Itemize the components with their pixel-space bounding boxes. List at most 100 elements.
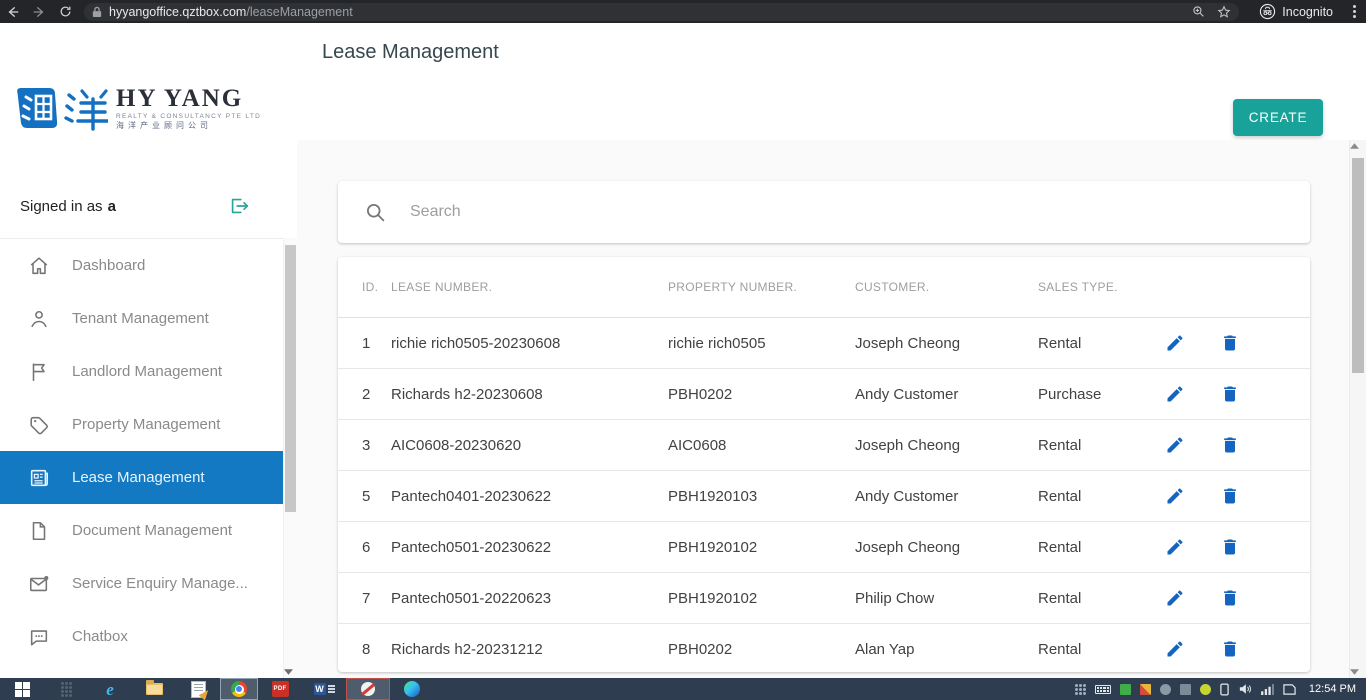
row-actions (1161, 384, 1310, 404)
sidebar-item-document-management[interactable]: Document Management (0, 504, 283, 557)
sidebar-scroll-down-icon[interactable] (284, 669, 297, 675)
volume-icon[interactable] (1238, 683, 1252, 695)
column-header-sales-type: SALES TYPE. (1038, 280, 1161, 294)
column-header-id: ID. (338, 280, 391, 294)
edge-icon[interactable] (390, 678, 434, 700)
cell-lease-number: Pantech0501-20230622 (391, 539, 668, 556)
forward-icon[interactable] (26, 5, 52, 19)
cell-lease-number: Richards h2-20230608 (391, 386, 668, 403)
cell-customer: Joseph Cheong (855, 335, 1038, 352)
chrome-taskbar-icon[interactable] (220, 678, 258, 700)
clock[interactable]: 12:54 PM (1309, 683, 1356, 695)
network-icon[interactable] (1261, 684, 1274, 695)
cell-customer: Philip Chow (855, 590, 1038, 607)
table-row[interactable]: 1 richie rich0505-20230608 richie rich05… (338, 318, 1310, 369)
delete-button[interactable] (1220, 537, 1240, 557)
sidebar-scrollbar[interactable] (283, 238, 297, 678)
tray-app-icon-3[interactable] (1160, 684, 1171, 695)
table-row[interactable]: 6 Pantech0501-20230622 PBH1920102 Joseph… (338, 522, 1310, 573)
sidebar-scrollbar-thumb[interactable] (285, 245, 296, 512)
zoom-icon[interactable] (1192, 5, 1205, 18)
sidebar-item-lease-management[interactable]: Lease Management (0, 451, 283, 504)
sidebar-item-property-management[interactable]: Property Management (0, 398, 283, 451)
search-card (338, 181, 1310, 243)
tray-app-icon-1[interactable] (1120, 684, 1131, 695)
table-row[interactable]: 2 Richards h2-20230608 PBH0202 Andy Cust… (338, 369, 1310, 420)
reload-icon[interactable] (52, 5, 78, 18)
company-logo: HY YANG REALTY & CONSULTANCY PTE LTD 海洋产… (14, 85, 261, 131)
delete-button[interactable] (1220, 486, 1240, 506)
page-scrollbar[interactable] (1349, 140, 1366, 678)
tray-app-icon-5[interactable] (1200, 684, 1211, 695)
sidebar-item-landlord-management[interactable]: Landlord Management (0, 345, 283, 398)
search-input[interactable] (408, 202, 1310, 222)
scroll-up-icon[interactable] (1350, 143, 1366, 149)
delete-button[interactable] (1220, 384, 1240, 404)
edit-button[interactable] (1165, 384, 1185, 404)
table-row[interactable]: 8 Richards h2-20231212 PBH0202 Alan Yap … (338, 624, 1310, 672)
word-icon[interactable]: W (302, 678, 346, 700)
file-explorer-icon[interactable] (132, 678, 176, 700)
sidebar-item-dashboard[interactable]: Dashboard (0, 239, 283, 292)
delete-button[interactable] (1220, 588, 1240, 608)
touch-keyboard-icon[interactable] (1095, 685, 1111, 694)
logout-icon[interactable] (227, 193, 251, 219)
main-area: Lease Management CREATE ID. LEASE NUMBER… (297, 23, 1366, 678)
edit-button[interactable] (1165, 588, 1185, 608)
cell-property-number: richie rich0505 (668, 335, 855, 352)
tray-app-icon-2[interactable] (1140, 684, 1151, 695)
sidebar-item-chatbox[interactable]: Chatbox (0, 610, 283, 663)
table-row[interactable]: 5 Pantech0401-20230622 PBH1920103 Andy C… (338, 471, 1310, 522)
incognito-badge: Incognito (1259, 3, 1333, 20)
sidebar-item-service-enquiry-management[interactable]: Service Enquiry Manage... (0, 557, 283, 610)
cell-lease-number: Pantech0501-20220623 (391, 590, 668, 607)
url-domain: hyyangoffice.qztbox.com (109, 5, 246, 19)
start-button[interactable] (0, 678, 44, 700)
blocked-app-icon[interactable] (346, 678, 390, 700)
column-header-lease-number: LEASE NUMBER. (391, 280, 668, 294)
internet-explorer-icon[interactable]: e (88, 678, 132, 700)
edit-button[interactable] (1165, 435, 1185, 455)
row-actions (1161, 537, 1310, 557)
cell-sales-type: Rental (1038, 437, 1161, 454)
task-view-icon[interactable] (44, 678, 88, 700)
scroll-down-icon[interactable] (1350, 669, 1366, 675)
browser-menu-icon[interactable] (1353, 5, 1356, 18)
file-icon (28, 520, 50, 542)
edit-button[interactable] (1165, 333, 1185, 353)
address-bar[interactable]: hyyangoffice.qztbox.com /leaseManagement (84, 3, 1239, 21)
table-row[interactable]: 7 Pantech0501-20220623 PBH1920102 Philip… (338, 573, 1310, 624)
cell-lease-number: AIC0608-20230620 (391, 437, 668, 454)
cell-sales-type: Rental (1038, 641, 1161, 658)
bookmark-star-icon[interactable] (1217, 5, 1231, 19)
edit-button[interactable] (1165, 639, 1185, 659)
delete-button[interactable] (1220, 639, 1240, 659)
screen: hyyangoffice.qztbox.com /leaseManagement… (0, 0, 1366, 700)
create-button[interactable]: CREATE (1233, 99, 1323, 136)
page-scrollbar-thumb[interactable] (1352, 158, 1364, 373)
row-actions (1161, 588, 1310, 608)
cell-property-number: PBH1920102 (668, 590, 855, 607)
hidden-icons-chevron[interactable] (1075, 684, 1086, 695)
edit-button[interactable] (1165, 486, 1185, 506)
edit-button[interactable] (1165, 537, 1185, 557)
chat-icon (28, 626, 50, 648)
logo-glyph-hai (14, 85, 60, 131)
phone-tray-icon[interactable] (1220, 683, 1229, 696)
sidebar-item-tenant-management[interactable]: Tenant Management (0, 292, 283, 345)
app-window: HY YANG REALTY & CONSULTANCY PTE LTD 海洋产… (0, 23, 1366, 678)
table-row[interactable]: 3 AIC0608-20230620 AIC0608 Joseph Cheong… (338, 420, 1310, 471)
back-icon[interactable] (0, 5, 26, 19)
tray-app-icon-4[interactable] (1180, 684, 1191, 695)
pdf-app-icon[interactable]: PDF (258, 678, 302, 700)
delete-button[interactable] (1220, 333, 1240, 353)
action-center-icon[interactable] (1283, 683, 1296, 696)
notepad-icon[interactable] (176, 678, 220, 700)
home-icon (28, 255, 50, 277)
sidebar: HY YANG REALTY & CONSULTANCY PTE LTD 海洋产… (0, 23, 297, 678)
cell-lease-number: Richards h2-20231212 (391, 641, 668, 658)
delete-button[interactable] (1220, 435, 1240, 455)
taskbar: e PDF W (0, 678, 1366, 700)
cell-customer: Andy Customer (855, 488, 1038, 505)
cell-id: 7 (338, 590, 391, 607)
